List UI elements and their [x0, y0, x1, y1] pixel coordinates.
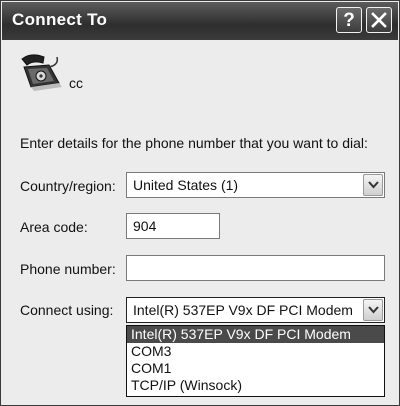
help-button[interactable]: ? [336, 7, 362, 33]
connect-using-dropdown-button[interactable] [363, 299, 383, 321]
country-region-value: United States (1) [133, 177, 239, 193]
chevron-down-icon [368, 306, 379, 314]
connect-using-label: Connect using: [20, 302, 114, 318]
connect-using-option[interactable]: COM3 [127, 343, 384, 360]
country-region-select[interactable]: United States (1) [126, 172, 385, 198]
connect-to-dialog: Connect To ? cc Enter details for the ph… [0, 0, 400, 406]
telephone-icon [21, 54, 62, 91]
close-button[interactable] [366, 7, 392, 33]
close-icon [371, 12, 387, 28]
connect-using-option[interactable]: COM1 [127, 360, 384, 377]
dialog-title: Connect To [12, 10, 108, 29]
connect-using-option[interactable]: TCP/IP (Winsock) [127, 377, 384, 394]
connect-using-select[interactable]: Intel(R) 537EP V9x DF PCI Modem [126, 297, 385, 323]
area-code-input[interactable]: 904 [126, 213, 220, 239]
phone-number-label: Phone number: [20, 261, 116, 277]
instruction-text: Enter details for the phone number that … [20, 135, 368, 151]
connect-using-value: Intel(R) 537EP V9x DF PCI Modem [133, 302, 353, 318]
area-code-label: Area code: [20, 219, 88, 235]
connect-using-listbox[interactable]: Intel(R) 537EP V9x DF PCI Modem COM3 COM… [126, 325, 385, 397]
connect-using-option[interactable]: Intel(R) 537EP V9x DF PCI Modem [127, 326, 384, 343]
phone-number-input[interactable] [126, 255, 385, 281]
country-region-label: Country/region: [20, 178, 116, 194]
chevron-down-icon [368, 181, 379, 189]
country-dropdown-button[interactable] [363, 174, 383, 196]
connection-name: cc [69, 75, 83, 91]
title-bar[interactable]: Connect To ? [2, 2, 398, 40]
